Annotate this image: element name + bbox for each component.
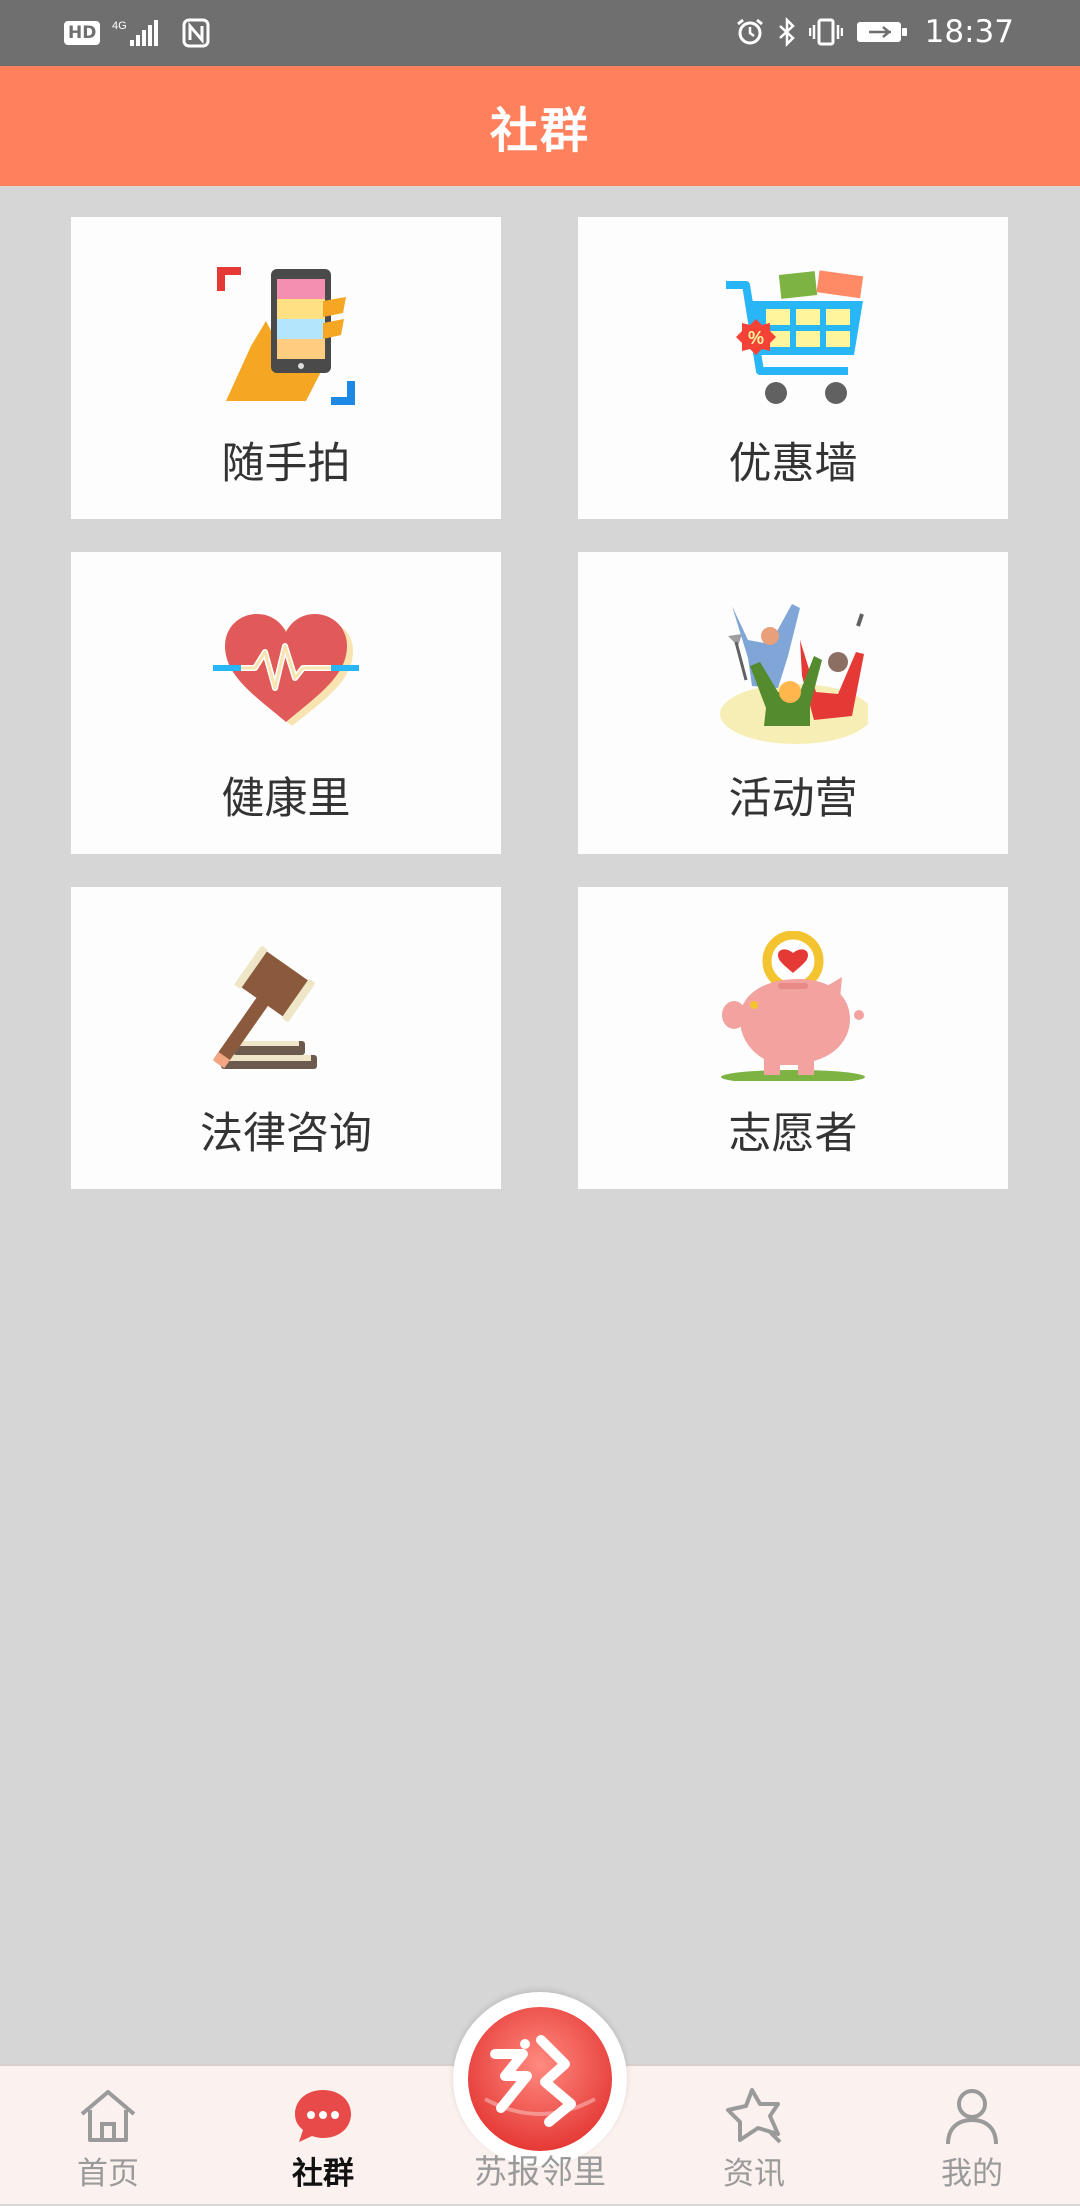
- tile-label: 志愿者: [728, 1109, 858, 1159]
- signal-icon: 4G: [112, 20, 159, 46]
- tile-activities[interactable]: 活动营: [578, 552, 1008, 854]
- nav-label-center: 苏报邻里: [474, 2152, 606, 2191]
- nav-label: 首页: [77, 2156, 139, 2192]
- tile-legal[interactable]: 法律咨询: [71, 887, 501, 1189]
- home-icon: [80, 2090, 136, 2142]
- status-bar: HD 4G 18:37: [0, 0, 1080, 66]
- tile-label: 活动营: [728, 774, 858, 824]
- tile-health[interactable]: 健康里: [71, 552, 501, 854]
- gavel-icon: [212, 946, 317, 1069]
- clock: 18:37: [924, 14, 1014, 50]
- tile-label: 优惠墙: [728, 439, 858, 489]
- nav-item-news[interactable]: 资讯: [679, 2066, 829, 2206]
- shopping-cart-icon: %: [726, 270, 864, 404]
- tile-snapshot[interactable]: 随手拍: [71, 217, 501, 519]
- nav-item-center[interactable]: [453, 1992, 627, 2166]
- tile-label: 健康里: [221, 774, 351, 824]
- piggy-bank-icon: [721, 931, 865, 1081]
- nav-item-home[interactable]: 首页: [33, 2066, 183, 2206]
- nav-item-community[interactable]: 社群: [248, 2066, 398, 2206]
- status-right: 18:37: [735, 14, 1014, 50]
- page-title: 社群: [489, 103, 590, 159]
- tile-label: 法律咨询: [200, 1109, 372, 1159]
- nav-label: 资讯: [723, 2156, 785, 2192]
- svg-text:%: %: [748, 328, 764, 348]
- nav-label: 我的: [941, 2156, 1003, 2192]
- app-header: 社群: [0, 66, 1080, 186]
- star-icon: [726, 2088, 782, 2144]
- user-icon: [946, 2089, 998, 2145]
- hand-phone-icon: [217, 267, 355, 405]
- vibrate-icon: [808, 18, 843, 46]
- nav-label: 社群: [292, 2156, 354, 2192]
- nfc-icon: [182, 18, 210, 48]
- network-type: 4G: [112, 20, 127, 32]
- tile-volunteer[interactable]: 志愿者: [578, 887, 1008, 1189]
- nav-item-me[interactable]: 我的: [897, 2066, 1047, 2206]
- people-cheering-icon: [720, 604, 868, 744]
- battery-icon: [856, 22, 907, 42]
- chat-icon: [295, 2090, 351, 2142]
- bluetooth-icon: [778, 17, 795, 47]
- brand-logo-icon: [468, 2007, 612, 2151]
- hd-icon: HD: [64, 21, 101, 45]
- alarm-icon: [736, 18, 763, 45]
- heart-pulse-icon: [213, 614, 359, 726]
- tile-deals[interactable]: % 优惠墙: [578, 217, 1008, 519]
- tile-label: 随手拍: [221, 439, 351, 489]
- status-left: HD 4G: [64, 16, 210, 50]
